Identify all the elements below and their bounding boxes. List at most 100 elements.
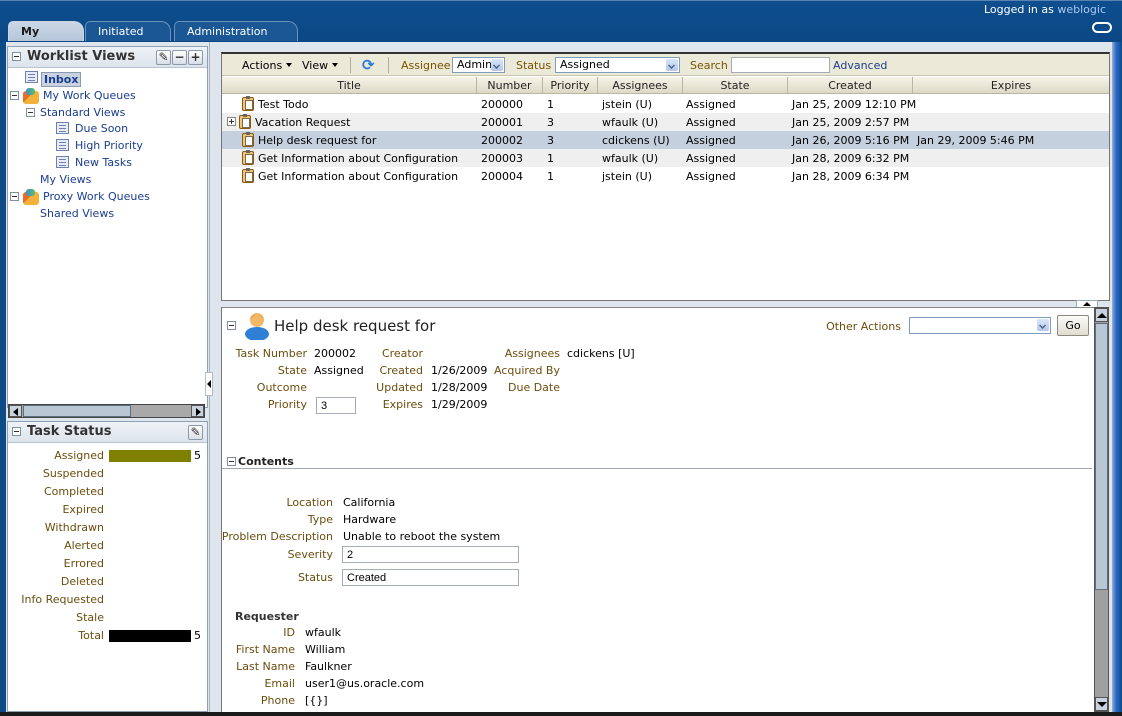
collapse-list-handle[interactable] — [1076, 300, 1098, 307]
priority-input[interactable] — [316, 397, 356, 414]
collapse-left-arrow-icon[interactable] — [207, 380, 211, 388]
cell-title[interactable]: Get Information about Configuration — [258, 170, 458, 183]
column-header-priority[interactable]: Priority — [543, 79, 597, 92]
value-assignees: cdickens [U] — [567, 347, 635, 360]
label-priority: Priority — [267, 398, 307, 411]
label-assignees: Assignees — [504, 347, 560, 360]
scroll-left-button[interactable] — [9, 405, 22, 417]
actions-menu[interactable]: Actions — [242, 59, 293, 72]
requester-value-first-name: William — [305, 643, 346, 656]
task-status-header: Task Status ✎ — [8, 422, 207, 443]
cell-assignees: wfaulk (U) — [602, 116, 659, 129]
column-header-created[interactable]: Created — [788, 79, 912, 92]
edit-pencil-icon[interactable]: ✎ — [156, 50, 171, 65]
table-row[interactable]: Vacation Request 200001 3 wfaulk (U) Assigne… — [222, 113, 1109, 131]
cell-created: Jan 25, 2009 2:57 PM — [792, 116, 910, 129]
tree-item-shared-views[interactable]: Shared Views — [40, 207, 114, 220]
tree-item-inbox[interactable]: Inbox — [41, 72, 82, 87]
status-label-info-requested[interactable]: Info Requested — [21, 593, 104, 606]
tab-administration-tasks[interactable]: Administration Tasks — [174, 21, 298, 58]
requester-value-phone: [{}] — [305, 694, 328, 707]
status-label-completed[interactable]: Completed — [44, 485, 104, 498]
column-header-assignees[interactable]: Assignees — [598, 79, 682, 92]
status-label-deleted[interactable]: Deleted — [61, 575, 104, 588]
table-row[interactable]: Get Information about Configuration 20000… — [222, 149, 1109, 167]
status-label-assigned[interactable]: Assigned — [54, 449, 104, 462]
collapse-icon[interactable] — [10, 91, 19, 100]
label-expires: Expires — [382, 398, 423, 411]
column-header-number[interactable]: Number — [477, 79, 542, 92]
refresh-icon[interactable]: ⟳ — [362, 57, 378, 73]
tab-initiated-tasks[interactable]: Initiated Tasks — [85, 21, 171, 58]
status-select[interactable]: Assigned — [555, 57, 680, 73]
column-header-state[interactable]: State — [683, 79, 787, 92]
severity-input[interactable] — [342, 546, 519, 563]
tree-item-due-soon[interactable]: Due Soon — [75, 122, 128, 135]
requester-value-last-name: Faulkner — [305, 660, 352, 673]
cell-number: 200002 — [481, 134, 523, 147]
collapse-icon[interactable] — [12, 427, 21, 436]
assignee-select[interactable]: Admin — [452, 57, 505, 73]
collapse-icon[interactable] — [10, 192, 19, 201]
status-label-suspended[interactable]: Suspended — [43, 467, 104, 480]
status-bar-total[interactable] — [109, 630, 191, 642]
status-label-errored[interactable]: Errored — [64, 557, 104, 570]
column-header-title[interactable]: Title — [222, 79, 476, 92]
scroll-right-button[interactable] — [191, 405, 204, 417]
other-actions-select[interactable] — [909, 317, 1051, 334]
search-input[interactable] — [731, 57, 830, 73]
collapse-icon[interactable] — [227, 321, 236, 330]
status-count-assigned: 5 — [194, 449, 201, 462]
label-status: Status — [297, 571, 333, 584]
cell-title[interactable]: Test Todo — [258, 98, 308, 111]
view-menu[interactable]: View — [302, 59, 339, 72]
caret-down-icon — [286, 63, 293, 67]
column-header-expires[interactable]: Expires — [913, 79, 1109, 92]
horizontal-scrollbar[interactable] — [8, 404, 205, 418]
table-row[interactable]: Test Todo 200000 1 jstein (U) Assigned Jan 25… — [222, 95, 1109, 113]
tab-my-tasks[interactable]: My Tasks — [8, 21, 84, 58]
advanced-search-link[interactable]: Advanced — [833, 59, 887, 72]
requester-section-title: Requester — [235, 610, 299, 623]
collapse-icon[interactable] — [26, 108, 35, 117]
cell-assignees: wfaulk (U) — [602, 152, 659, 165]
edit-pencil-icon[interactable]: ✎ — [188, 425, 203, 440]
scroll-thumb[interactable] — [23, 405, 131, 417]
status-label-stale[interactable]: Stale — [76, 611, 104, 624]
cell-state: Assigned — [686, 134, 736, 147]
task-icon — [242, 132, 254, 147]
status-label-alerted[interactable]: Alerted — [64, 539, 104, 552]
tree-item-proxy-work-queues[interactable]: Proxy Work Queues — [43, 190, 150, 203]
status-bar-assigned[interactable] — [109, 450, 191, 462]
tree-item-standard-views[interactable]: Standard Views — [40, 106, 125, 119]
go-button[interactable]: Go — [1057, 315, 1089, 336]
task-icon — [242, 96, 254, 111]
cell-assignees: jstein (U) — [602, 170, 653, 183]
table-row[interactable]: Help desk request for 200002 3 cdickens (U)… — [222, 131, 1109, 149]
tree-item-my-views[interactable]: My Views — [40, 173, 91, 186]
add-button[interactable]: + — [188, 50, 203, 65]
cell-title[interactable]: Vacation Request — [255, 116, 350, 129]
expand-icon[interactable] — [227, 117, 236, 126]
tree-item-high-priority[interactable]: High Priority — [75, 139, 143, 152]
remove-button[interactable]: − — [172, 50, 187, 65]
cell-title[interactable]: Get Information about Configuration — [258, 152, 458, 165]
status-label-expired[interactable]: Expired — [62, 503, 104, 516]
tree-item-new-tasks[interactable]: New Tasks — [75, 156, 132, 169]
cell-title[interactable]: Help desk request for — [258, 134, 376, 147]
status-label-total[interactable]: Total — [78, 629, 104, 642]
tree-item-my-work-queues[interactable]: My Work Queues — [43, 89, 136, 102]
label-location: Location — [286, 496, 333, 509]
collapse-icon[interactable] — [12, 52, 21, 61]
status-input[interactable] — [342, 569, 519, 586]
scroll-up-button[interactable] — [1095, 308, 1108, 322]
cell-state: Assigned — [686, 98, 736, 111]
status-label-withdrawn[interactable]: Withdrawn — [45, 521, 104, 534]
task-icon — [242, 150, 254, 165]
chevron-down-icon — [1037, 319, 1049, 331]
collapse-icon[interactable] — [227, 457, 236, 466]
window-edge — [1112, 42, 1122, 716]
table-row[interactable]: Get Information about Configuration 20000… — [222, 167, 1109, 185]
scroll-thumb[interactable] — [1095, 323, 1108, 590]
scroll-down-button[interactable] — [1095, 697, 1108, 711]
